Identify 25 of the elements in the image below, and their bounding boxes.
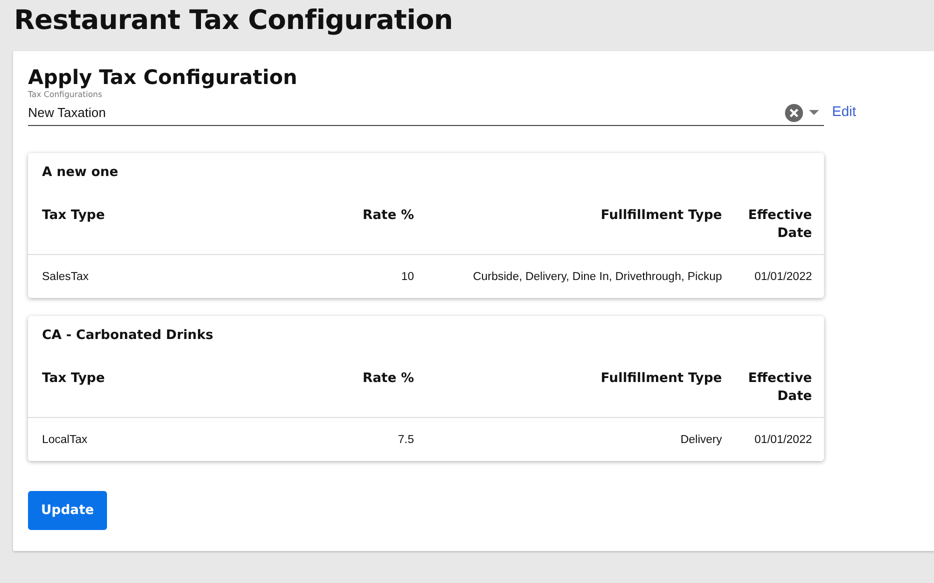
table-cell: Curbside, Delivery, Dine In, Drivethrough, Pickup xyxy=(472,270,722,282)
table-cell: 01/01/2022 xyxy=(754,270,812,282)
column-header: Rate % xyxy=(362,208,414,223)
table-cell: SalesTax xyxy=(42,270,89,282)
select-field[interactable]: Tax Configurations New Taxation xyxy=(28,89,824,126)
table-cell: 10 xyxy=(401,270,414,282)
table-title: A new one xyxy=(41,164,120,182)
column-header: Tax Type xyxy=(42,371,105,386)
column-header: Tax Type xyxy=(42,208,105,223)
column-header: Fullfillment Type xyxy=(600,208,722,223)
column-header: Rate % xyxy=(362,371,414,386)
column-header: Fullfillment Type xyxy=(600,371,722,386)
update-button[interactable]: Update xyxy=(28,491,107,530)
table-cell: LocalTax xyxy=(42,434,88,446)
page-title: Restaurant Tax Configuration xyxy=(13,4,454,38)
table-cell: 01/01/2022 xyxy=(754,434,812,446)
table-cell: Delivery xyxy=(680,434,722,446)
table-cell: 7.5 xyxy=(398,434,414,446)
edit-link[interactable]: Edit xyxy=(832,103,856,119)
caret-icon[interactable] xyxy=(809,110,819,115)
column-header: Effective Date xyxy=(748,371,812,404)
panel-title: Apply Tax Configuration xyxy=(28,65,298,89)
table-title: CA - Carbonated Drinks xyxy=(41,327,214,345)
clear-icon[interactable] xyxy=(785,104,803,122)
column-header: Effective Date xyxy=(748,208,812,241)
